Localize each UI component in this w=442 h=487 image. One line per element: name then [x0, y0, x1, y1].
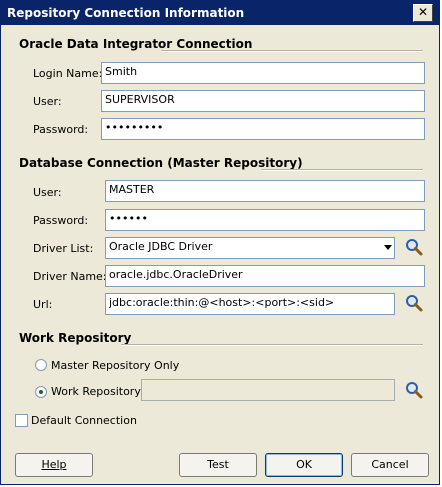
- cancel-button-label: Cancel: [371, 458, 409, 471]
- default-connection-label[interactable]: Default Connection: [31, 414, 137, 427]
- default-connection-checkbox[interactable]: [15, 414, 28, 427]
- driver-name-label: Driver Name:: [33, 270, 107, 283]
- title-bar[interactable]: Repository Connection Information ✕: [1, 1, 439, 25]
- repository-connection-dialog: Repository Connection Information ✕ Orac…: [0, 0, 440, 485]
- test-button-label: Test: [207, 458, 229, 471]
- db-password-field[interactable]: ••••••: [105, 209, 425, 231]
- db-user-label: User:: [33, 186, 62, 199]
- work-repo-search-icon[interactable]: [404, 380, 424, 400]
- work-repository-label[interactable]: Work Repository: [51, 385, 141, 398]
- work-repository-radio[interactable]: [35, 386, 47, 398]
- work-separator: [121, 344, 423, 346]
- odi-password-field[interactable]: •••••••••: [101, 118, 425, 140]
- close-icon[interactable]: ✕: [413, 4, 433, 22]
- chevron-down-icon[interactable]: [384, 245, 392, 250]
- driver-name-field[interactable]: oracle.jdbc.OracleDriver: [105, 265, 425, 287]
- window-title: Repository Connection Information: [7, 6, 245, 20]
- work-section-title: Work Repository: [19, 331, 132, 345]
- odi-password-label: Password:: [33, 123, 89, 136]
- url-label: Url:: [33, 298, 53, 311]
- driver-list-label: Driver List:: [33, 242, 94, 255]
- odi-user-field[interactable]: SUPERVISOR: [101, 90, 425, 112]
- login-name-label: Login Name:: [33, 67, 103, 80]
- cancel-button[interactable]: Cancel: [351, 453, 429, 477]
- url-search-icon[interactable]: [404, 293, 424, 313]
- help-button-label: Help: [41, 458, 67, 471]
- db-password-label: Password:: [33, 214, 89, 227]
- master-only-label[interactable]: Master Repository Only: [51, 359, 179, 372]
- master-only-radio[interactable]: [35, 359, 47, 371]
- test-button[interactable]: Test: [179, 453, 257, 477]
- driver-search-icon[interactable]: [404, 237, 424, 257]
- ok-button[interactable]: OK: [265, 453, 343, 477]
- help-button[interactable]: Help: [15, 453, 93, 477]
- db-section-title: Database Connection (Master Repository): [19, 156, 303, 170]
- driver-list-value: Oracle JDBC Driver: [109, 240, 213, 253]
- db-separator: [261, 169, 423, 171]
- odi-separator: [161, 50, 423, 52]
- login-name-field[interactable]: Smith: [101, 62, 425, 84]
- url-field[interactable]: jdbc:oracle:thin:@<host>:<port>:<sid>: [105, 293, 395, 315]
- db-user-field[interactable]: MASTER: [105, 180, 425, 202]
- ok-button-label: OK: [296, 458, 312, 471]
- odi-section-title: Oracle Data Integrator Connection: [19, 37, 253, 51]
- driver-list-select[interactable]: Oracle JDBC Driver: [105, 237, 395, 259]
- odi-user-label: User:: [33, 95, 62, 108]
- work-repository-field[interactable]: [141, 379, 395, 401]
